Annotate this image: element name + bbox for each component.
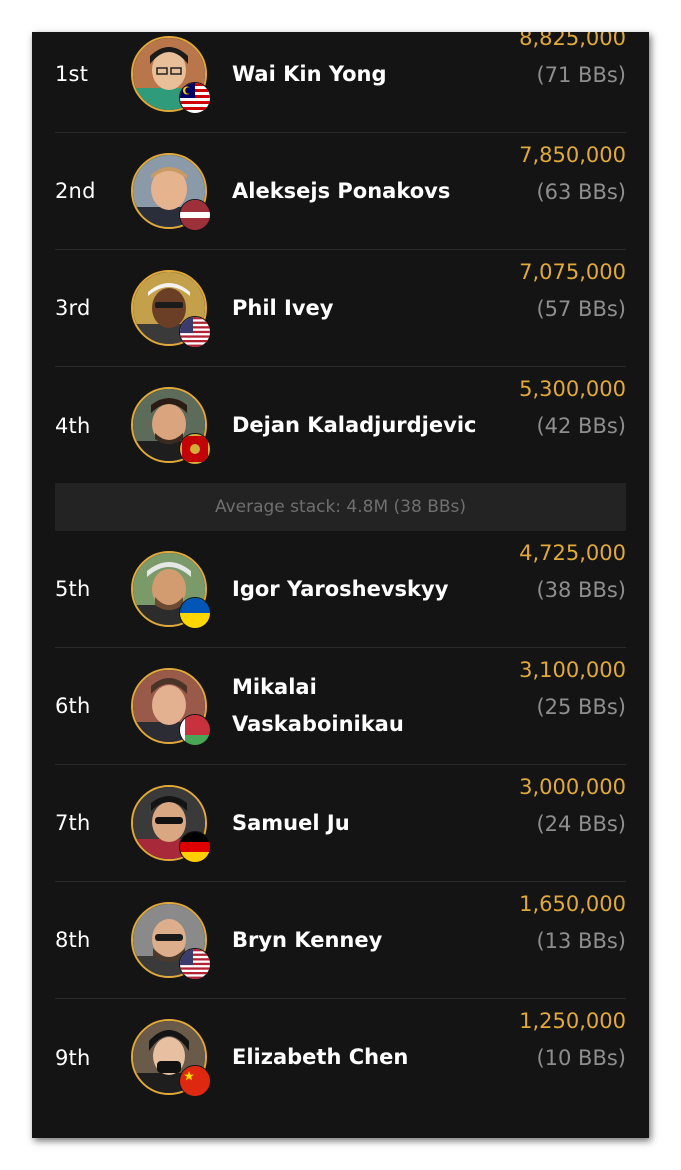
player-row: 8th Bryn Kenney 1,650,000 (13 BBs) [55, 882, 626, 999]
big-blinds: (42 BBs) [536, 414, 626, 438]
big-blinds: (38 BBs) [536, 578, 626, 602]
player-name: Elizabeth Chen [232, 1045, 409, 1069]
average-stack-bar: Average stack: 4.8M (38 BBs) [55, 483, 626, 531]
big-blinds: (63 BBs) [536, 180, 626, 204]
belarus-flag-icon [179, 714, 211, 746]
montenegro-flag-icon [179, 433, 211, 465]
player-rank: 5th [55, 577, 91, 601]
player-rank: 8th [55, 928, 91, 952]
player-row: 6th Mikalai Vaskaboinikau 3,100,000 (25 … [55, 648, 626, 765]
player-rank: 3rd [55, 296, 91, 320]
player-rank: 6th [55, 694, 91, 718]
chip-count: 1,650,000 [519, 892, 626, 916]
big-blinds: (25 BBs) [536, 695, 626, 719]
player-row: 5th Igor Yaroshevskyy 4,725,000 (38 BBs) [55, 531, 626, 648]
chip-count: 3,000,000 [519, 775, 626, 799]
big-blinds: (57 BBs) [536, 297, 626, 321]
big-blinds: (13 BBs) [536, 929, 626, 953]
chip-count: 7,075,000 [519, 260, 626, 284]
player-name: Mikalai Vaskaboinikau [232, 675, 404, 736]
player-rank: 4th [55, 413, 91, 438]
china-flag-icon [179, 1065, 211, 1097]
latvia-flag-icon [179, 199, 211, 231]
player-name: Phil Ivey [232, 295, 334, 320]
chip-count: 7,850,000 [519, 143, 626, 167]
player-rank: 2nd [55, 179, 96, 203]
player-name: Igor Yaroshevskyy [232, 576, 449, 601]
player-row: 7th Samuel Ju 3,000,000 (24 BBs) [55, 765, 626, 882]
big-blinds: (24 BBs) [536, 812, 626, 836]
player-rank: 9th [55, 1045, 91, 1070]
player-row: 2nd Aleksejs Ponakovs 7,850,000 (63 BBs) [55, 133, 626, 250]
player-name: Bryn Kenney [232, 927, 383, 952]
player-row: 4th Dejan Kaladjurdjevic 5,300,000 (42 B… [55, 367, 626, 484]
player-row: 9th Elizabeth Chen 1,250,000 (10 BBs) [55, 999, 626, 1116]
player-row: 3rd Phil Ivey 7,075,000 (57 BBs) [55, 250, 626, 367]
player-name: Samuel Ju [232, 810, 350, 835]
big-blinds: (10 BBs) [536, 1046, 626, 1070]
chip-count: 3,100,000 [519, 658, 626, 682]
usa-flag-icon [179, 316, 211, 348]
chip-count: 4,725,000 [519, 541, 626, 565]
player-name: Aleksejs Ponakovs [232, 178, 451, 203]
usa-flag-icon [179, 948, 211, 980]
chip-count: 8,825,000 [519, 32, 626, 50]
germany-flag-icon [179, 831, 211, 863]
chip-count: 1,250,000 [519, 1009, 626, 1033]
chip-count-panel: 1st Wai Kin Yong 8,825,000 (71 BBs) 2nd … [32, 32, 649, 1138]
malaysia-flag-icon [179, 82, 211, 114]
player-rank: 1st [55, 62, 89, 86]
big-blinds: (71 BBs) [536, 63, 626, 87]
player-row: 1st Wai Kin Yong 8,825,000 (71 BBs) [55, 32, 626, 133]
ukraine-flag-icon [179, 597, 211, 629]
chip-count: 5,300,000 [519, 377, 626, 401]
player-name: Wai Kin Yong [232, 61, 387, 86]
player-name: Dejan Kaladjurdjevic [232, 413, 477, 437]
player-rank: 7th [55, 811, 91, 835]
